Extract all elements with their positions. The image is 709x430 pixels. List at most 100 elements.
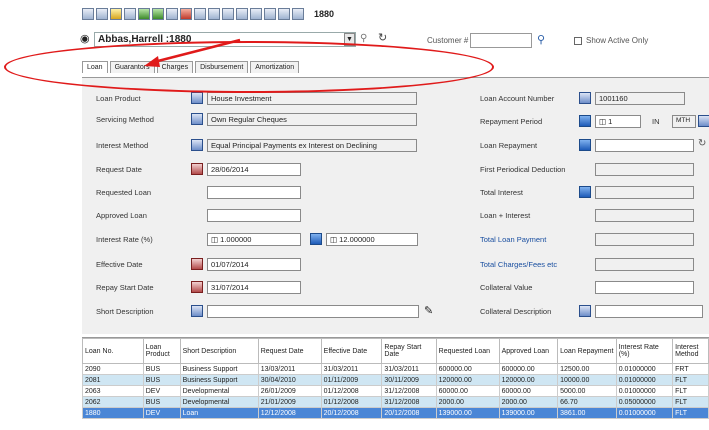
loan-plus-interest-field[interactable] [595, 209, 694, 222]
table-row[interactable]: 2063 DEV Developmental 26/01/2009 01/12/2008… [82, 385, 709, 397]
customer-number-label: Customer # [427, 36, 469, 45]
edit-icon[interactable]: ✎ [424, 304, 433, 317]
table-row[interactable]: 2081 BUS Business Support 30/04/2010 01/11/2… [82, 374, 709, 386]
column-header[interactable]: Requested Loan [435, 338, 500, 364]
table-icon[interactable] [264, 8, 276, 20]
servicing-method-field[interactable]: Own Regular Cheques [207, 113, 417, 126]
interest-rate-value: 1.000000 [220, 235, 252, 244]
refresh-icon[interactable]: ↻ [378, 31, 387, 44]
request-date-label: Request Date [96, 165, 142, 174]
copy-icon[interactable] [194, 8, 206, 20]
column-header[interactable]: Short Description [179, 338, 259, 364]
list-icon[interactable] [191, 139, 203, 151]
cell: FLT [672, 385, 709, 397]
cell: 12/12/2008 [257, 407, 322, 419]
stepper-icon[interactable]: ◫ [330, 235, 339, 244]
column-header[interactable]: Approved Loan [498, 338, 559, 364]
delete-icon[interactable] [180, 8, 192, 20]
refresh-icon[interactable]: ↻ [698, 138, 706, 149]
user-add-icon[interactable] [138, 8, 150, 20]
calendar-icon[interactable] [191, 281, 203, 293]
list-icon[interactable] [250, 8, 262, 20]
cell: 66.70 [557, 396, 617, 408]
binoculars-icon[interactable]: ◉ [80, 32, 90, 45]
interest-rate-max-field[interactable]: ◫ 12.000000 [326, 233, 418, 246]
document-icon[interactable] [166, 8, 178, 20]
interest-method-field[interactable]: Equal Principal Payments ex Interest on … [207, 139, 417, 152]
requested-loan-field[interactable] [207, 186, 301, 199]
calculator-icon[interactable] [310, 233, 322, 245]
calculator-icon[interactable] [579, 186, 591, 198]
search-icon[interactable]: ⚲ [537, 33, 545, 46]
total-loan-payment-field[interactable] [595, 233, 694, 246]
user-group-icon[interactable] [152, 8, 164, 20]
total-charges-field[interactable] [595, 258, 694, 271]
column-header[interactable]: Interest Rate (%) [615, 338, 674, 364]
column-header[interactable]: Effective Date [320, 338, 383, 364]
cell: BUS [142, 363, 181, 375]
cell: 60000.00 [435, 385, 500, 397]
view-icon[interactable] [82, 8, 94, 20]
report-icon[interactable] [222, 8, 234, 20]
cell: 5000.00 [557, 385, 617, 397]
search-icon[interactable] [110, 8, 122, 20]
total-interest-field[interactable] [595, 186, 694, 199]
list-icon[interactable] [579, 92, 591, 104]
short-description-field[interactable] [207, 305, 419, 318]
column-header[interactable]: Request Date [257, 338, 322, 364]
calculator-icon[interactable] [579, 115, 591, 127]
search-icon[interactable]: ⚲ [360, 33, 367, 44]
list-icon[interactable] [579, 305, 591, 317]
first-deduction-field[interactable] [595, 163, 694, 176]
effective-date-field[interactable]: 01/07/2014 [207, 258, 301, 271]
short-description-label: Short Description [96, 307, 154, 316]
stepper-icon[interactable]: ◫ [599, 117, 608, 126]
column-header[interactable]: Loan Product [142, 338, 181, 364]
grid-icon[interactable] [278, 8, 290, 20]
calendar-icon[interactable] [191, 163, 203, 175]
column-header[interactable]: Loan Repayment [557, 338, 617, 364]
first-deduction-label: First Periodical Deduction [480, 165, 566, 174]
column-header[interactable]: Loan No. [82, 338, 144, 364]
table-row[interactable]: 2090 BUS Business Support 13/03/2011 31/03/2… [82, 363, 709, 375]
customer-number-input[interactable] [470, 33, 532, 48]
cell: 01/12/2008 [320, 396, 383, 408]
collateral-description-field[interactable] [595, 305, 703, 318]
collateral-value-field[interactable] [595, 281, 694, 294]
table-row[interactable]: 1880 DEV Loan 12/12/2008 20/12/2008 20/12/200… [82, 407, 709, 419]
calendar-icon[interactable] [191, 258, 203, 270]
tree-icon[interactable] [292, 8, 304, 20]
stepper-icon[interactable]: ◫ [211, 235, 220, 244]
column-header[interactable]: Interest Method [672, 338, 709, 364]
checkbox-box[interactable] [574, 36, 582, 45]
loan-account-number-field[interactable]: 1001160 [595, 92, 685, 105]
cell: 120000.00 [435, 374, 500, 386]
approved-loan-label: Approved Loan [96, 211, 147, 220]
period-unit-field[interactable]: MTH [672, 115, 696, 128]
list-icon[interactable] [191, 113, 203, 125]
list-icon[interactable] [698, 115, 709, 127]
loan-repayment-field[interactable] [595, 139, 694, 152]
save-icon[interactable] [96, 8, 108, 20]
loan-product-field[interactable]: House Investment [207, 92, 417, 105]
interest-method-label: Interest Method [96, 141, 149, 150]
loans-grid: Loan No. Loan Product Short Description … [82, 337, 709, 430]
chart-icon[interactable] [236, 8, 248, 20]
interest-rate-label: Interest Rate (%) [96, 235, 153, 244]
show-active-checkbox[interactable]: Show Active Only [574, 36, 648, 45]
calculator-icon[interactable] [579, 139, 591, 151]
list-icon[interactable] [191, 92, 203, 104]
repay-start-date-field[interactable]: 31/07/2014 [207, 281, 301, 294]
print-icon[interactable] [124, 8, 136, 20]
list-icon[interactable] [191, 305, 203, 317]
cell: FLT [672, 407, 709, 419]
cell: 13/03/2011 [257, 363, 322, 375]
approved-loan-field[interactable] [207, 209, 301, 222]
repayment-period-field[interactable]: ◫ 1 [595, 115, 641, 128]
annotation-arrow-icon [144, 38, 241, 67]
column-header[interactable]: Repay Start Date [381, 338, 437, 364]
new-icon[interactable] [208, 8, 220, 20]
table-row[interactable]: 2062 BUS Developmental 21/01/2009 01/12/2008… [82, 396, 709, 408]
interest-rate-field[interactable]: ◫ 1.000000 [207, 233, 301, 246]
request-date-field[interactable]: 28/06/2014 [207, 163, 301, 176]
